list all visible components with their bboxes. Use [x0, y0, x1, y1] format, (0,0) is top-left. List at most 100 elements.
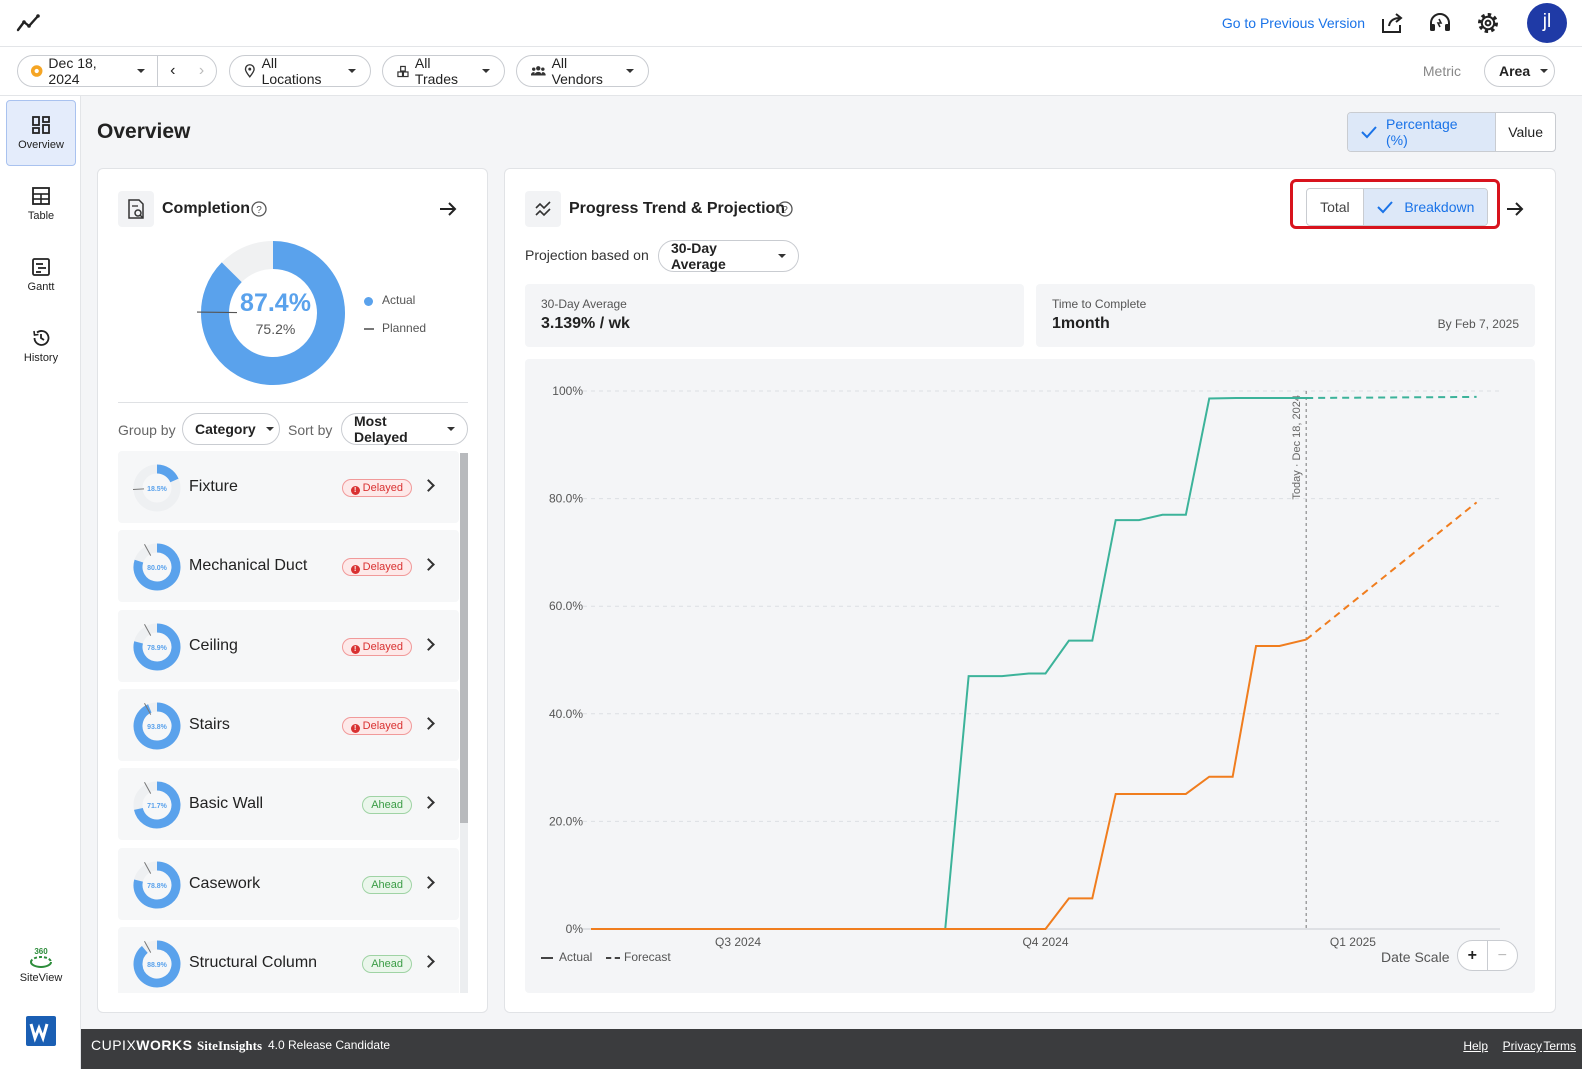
- previous-version-link[interactable]: Go to Previous Version: [1222, 15, 1365, 31]
- caret-down-icon: [348, 69, 356, 73]
- sidebar-item-history[interactable]: History: [6, 314, 76, 380]
- status-badge: ! Delayed: [341, 558, 412, 577]
- next-date-button[interactable]: ›: [187, 62, 216, 80]
- breakdown-label: Breakdown: [1404, 199, 1475, 215]
- value-toggle-button[interactable]: Value: [1495, 113, 1555, 151]
- percentage-toggle-button[interactable]: Percentage (%): [1348, 113, 1496, 151]
- series-1-actual-line: [591, 396, 1307, 930]
- footer-brand-cupix: CUPIX: [91, 1037, 137, 1053]
- date-navigator: Dec 18, 2024 ‹ ›: [17, 55, 217, 87]
- y-tick-label: 80.0%: [549, 492, 583, 506]
- category-row[interactable]: 78.9% Ceiling ! Delayed: [118, 609, 459, 682]
- category-progress-donut: 88.9%: [133, 940, 181, 988]
- sun-date-icon: [30, 65, 43, 77]
- check-icon: [1377, 201, 1394, 214]
- main-content: Overview Percentage (%) Value Completion…: [81, 96, 1582, 1029]
- category-row[interactable]: 78.8% Casework Ahead: [118, 847, 459, 920]
- metric-select[interactable]: Area: [1484, 55, 1555, 87]
- vendors-people-icon: [531, 66, 546, 76]
- user-avatar[interactable]: jl: [1527, 3, 1567, 43]
- chevron-right-icon: [422, 479, 435, 492]
- zoom-out-button[interactable]: −: [1488, 941, 1517, 970]
- trend-chart-area: 0% 20.0% 40.0% 60.0% 80.0% 100% Q3 2024 Q4 2024…: [525, 359, 1535, 993]
- time-to-complete-value: 1month: [1052, 315, 1110, 332]
- arrow-right-icon[interactable]: [1505, 199, 1525, 219]
- gear-icon[interactable]: [1475, 10, 1501, 36]
- category-row[interactable]: 80.0% Mechanical Duct ! Delayed: [118, 530, 459, 603]
- sidebar-item-table[interactable]: Table: [6, 172, 76, 238]
- status-badge-label: Delayed: [362, 719, 403, 732]
- sidebar-item-overview[interactable]: Overview: [6, 100, 76, 166]
- time-to-complete-label: Time to Complete: [1052, 297, 1147, 311]
- alert-icon: !: [350, 486, 360, 495]
- category-percentage: 18.5%: [147, 486, 168, 493]
- completion-actual-percentage: 87.4%: [240, 289, 311, 317]
- svg-text:?: ?: [782, 205, 788, 216]
- completion-planned-percentage: 75.2%: [255, 321, 296, 337]
- completion-card: Completion ? 87.4% 75.2% Actual Planned …: [97, 168, 488, 1013]
- caret-down-icon: [778, 254, 786, 258]
- caret-down-icon: [447, 427, 455, 431]
- category-row[interactable]: 88.9% Structural Column Ahead: [118, 926, 459, 993]
- metric-select-value: Area: [1499, 63, 1531, 79]
- category-name: Fixture: [189, 478, 238, 495]
- status-badge-label: Delayed: [362, 482, 403, 494]
- group-by-select[interactable]: Category: [182, 413, 280, 445]
- siteview-button[interactable]: 360 SiteView: [6, 946, 76, 992]
- breakdown-toggle-button[interactable]: Breakdown: [1362, 189, 1487, 225]
- caret-down-icon: [482, 69, 490, 73]
- help-link[interactable]: Help: [1463, 1039, 1488, 1053]
- vendors-filter[interactable]: All Vendors: [516, 55, 649, 87]
- status-badge: ! Delayed: [341, 637, 412, 656]
- time-to-complete-box: Time to Complete 1month By Feb 7, 2025: [1036, 284, 1535, 347]
- progress-trend-card: Progress Trend & Projection ? Total Brea…: [504, 168, 1556, 1013]
- category-name: Structural Column: [189, 953, 318, 971]
- terms-link[interactable]: Terms: [1543, 1039, 1576, 1053]
- previous-date-button[interactable]: ‹: [158, 62, 187, 80]
- support-headset-icon[interactable]: [1427, 10, 1453, 36]
- projection-select[interactable]: 30-Day Average: [658, 240, 799, 272]
- status-badge: ! Delayed: [341, 479, 412, 497]
- trades-filter[interactable]: All Trades: [382, 55, 505, 87]
- chevron-right-icon: [422, 954, 435, 968]
- average-stat-label: 30-Day Average: [541, 297, 627, 311]
- trend-logo-icon[interactable]: [16, 12, 42, 34]
- filter-bar: Dec 18, 2024 ‹ › All Locations All Trade…: [0, 47, 1582, 96]
- gantt-icon: [32, 258, 50, 276]
- zoom-in-button[interactable]: +: [1458, 941, 1488, 970]
- scrollbar-track[interactable]: [460, 453, 468, 993]
- trend-title: Progress Trend & Projection: [569, 200, 786, 217]
- scrollbar-thumb[interactable]: [460, 453, 468, 823]
- share-export-icon[interactable]: [1379, 10, 1405, 36]
- locations-filter[interactable]: All Locations: [229, 55, 371, 87]
- category-row[interactable]: 93.8% Stairs ! Delayed: [118, 688, 459, 761]
- status-badge-label: Delayed: [362, 561, 403, 574]
- total-breakdown-toggle: Total Breakdown: [1306, 188, 1488, 226]
- privacy-link[interactable]: Privacy: [1503, 1039, 1542, 1053]
- arrow-right-icon[interactable]: [438, 199, 458, 219]
- caret-down-icon: [1540, 69, 1549, 73]
- category-progress-donut: 93.8%: [133, 702, 181, 750]
- category-list: 18.5% Fixture ! Delayed 80.0% Mechanical …: [98, 451, 488, 993]
- status-badge-label: Delayed: [362, 640, 403, 653]
- total-toggle-button[interactable]: Total: [1307, 189, 1363, 225]
- help-icon[interactable]: ?: [251, 201, 267, 217]
- status-badge: Ahead: [362, 796, 412, 815]
- y-tick-label: 60.0%: [549, 599, 583, 613]
- category-row[interactable]: 71.7% Basic Wall Ahead: [118, 768, 459, 841]
- category-row[interactable]: 18.5% Fixture ! Delayed: [118, 451, 459, 523]
- sort-by-select[interactable]: Most Delayed: [341, 413, 468, 445]
- donut-planned-marker: [197, 311, 238, 314]
- category-progress-donut: 18.5%: [133, 464, 181, 512]
- help-icon[interactable]: ?: [777, 201, 793, 217]
- alert-icon: !: [350, 723, 360, 733]
- selected-date: Dec 18, 2024: [48, 55, 97, 87]
- sidebar-item-gantt[interactable]: Gantt: [6, 243, 76, 309]
- donut-actual-arc: [156, 464, 179, 483]
- locations-filter-label: All Locations: [261, 55, 322, 87]
- legend-actual-label: Actual: [559, 950, 593, 964]
- total-label: Total: [1320, 199, 1350, 215]
- category-percentage: 78.8%: [147, 883, 168, 890]
- date-picker-button[interactable]: Dec 18, 2024: [18, 55, 159, 87]
- metric-label: Metric: [1422, 63, 1461, 79]
